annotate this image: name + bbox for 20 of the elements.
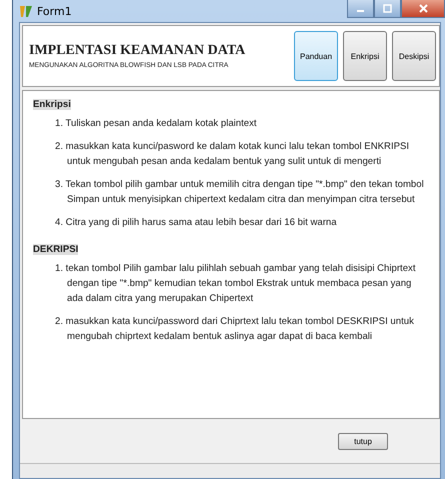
maximize-icon (383, 4, 392, 13)
step-text: 2. masukkan kata kunci/pasword ke dalam kotak kunci lalu tekan tombol ENKRIPSI untuk mengubah pesan anda kedalam bentuk yang sulit untuk di mengerti (55, 140, 410, 169)
app-title: IMPLENTASI KEAMANAN DATA (29, 43, 246, 59)
nav-button[interactable]: Panduan (294, 31, 338, 81)
step-text: 1. Tuliskan pesan anda kedalam kotak plaintext (55, 117, 258, 131)
section-heading: Enkripsi (33, 99, 71, 110)
close-icon (418, 4, 428, 13)
nav-button[interactable]: Enkripsi (343, 31, 387, 81)
app-icon (19, 4, 33, 18)
nav-button[interactable]: Deskipsi (392, 31, 436, 81)
section-heading: DEKRIPSI (33, 244, 78, 255)
window-title: Form1 (37, 4, 72, 18)
step-text: 2. masukkan kata kunci/password dari Chiprtext lalu tekan tombol DESKRIPSI untuk mengubah chiprtext kedalam bentuk aslinya agar dapat di baca kembali (55, 315, 415, 344)
minimize-button[interactable] (347, 0, 374, 18)
step-text: 3. Tekan tombol pilih gambar untuk memilih citra dengan tipe "*.bmp" den tekan tombol Simpan untuk menyisipkan chipertext kedalam citra dan menyimpan citra tersebut (55, 178, 425, 207)
step-text: 4. Citra yang di pilih harus sama atau lebih besar dari 16 bit warna (55, 216, 338, 230)
close-form-button[interactable]: tutup (338, 432, 388, 450)
close-button[interactable] (401, 0, 445, 18)
maximize-button[interactable] (374, 0, 401, 18)
step-text: 1. tekan tombol Pilih gambar lalu pilihlah sebuah gambar yang telah disisipi Chiprtext dengan tipe "*.bmp" kemudian tekan tombol Ekstrak untuk membaca pesan yang ada dalam citra yang merupakan Chipertext (55, 262, 417, 306)
